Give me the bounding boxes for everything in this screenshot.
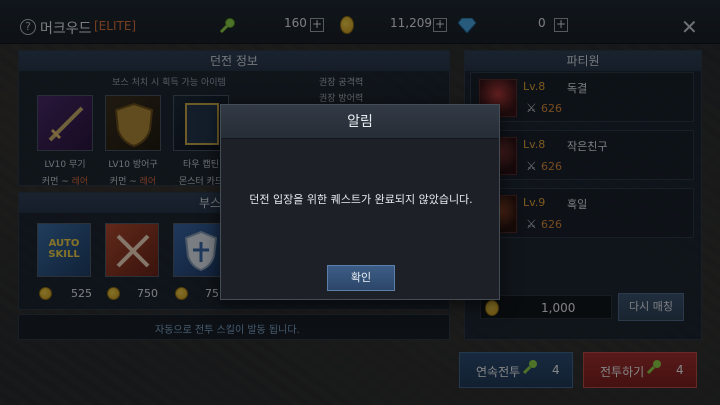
- alert-message: 던전 입장을 위한 퀘스트가 완료되지 않았습니다.: [249, 193, 473, 206]
- confirm-button[interactable]: 확인: [327, 265, 395, 291]
- alert-title: 알림: [221, 105, 499, 139]
- alert-dialog: 알림 던전 입장을 위한 퀘스트가 완료되지 않았습니다. 확인: [220, 104, 500, 300]
